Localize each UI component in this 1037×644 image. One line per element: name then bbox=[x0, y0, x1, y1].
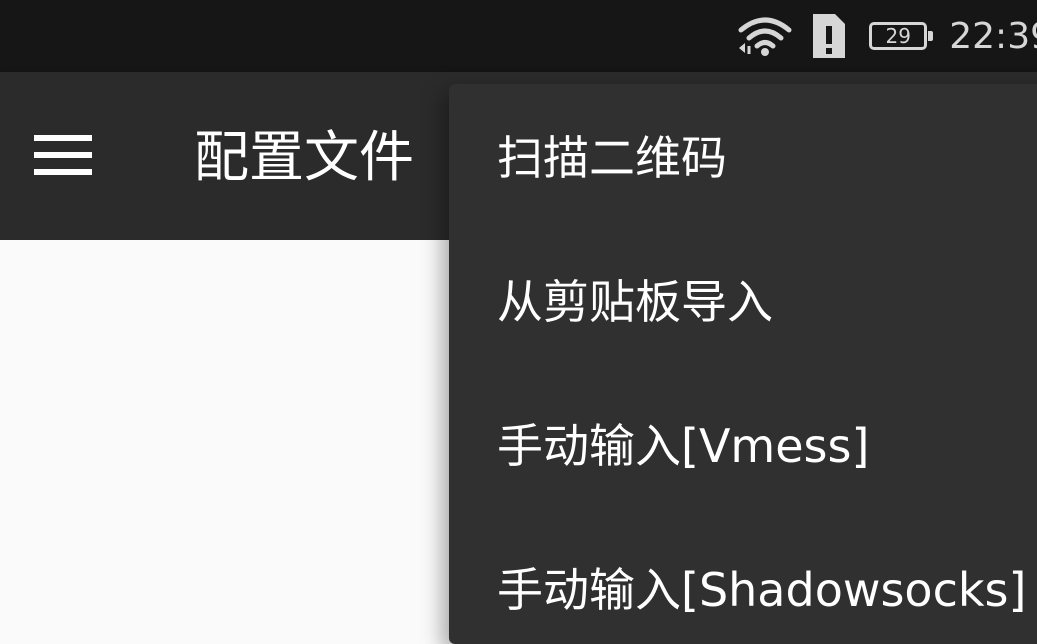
status-icons: 29 22:39 bbox=[737, 0, 1037, 72]
overflow-menu: 扫描二维码 从剪贴板导入 手动输入[Vmess] 手动输入[Shadowsock… bbox=[449, 84, 1037, 644]
status-bar: 29 22:39 bbox=[0, 0, 1037, 72]
battery-icon: 29 bbox=[869, 22, 934, 50]
hamburger-menu-icon[interactable] bbox=[34, 135, 92, 175]
page-title: 配置文件 bbox=[194, 125, 415, 189]
menu-item-scan-qr[interactable]: 扫描二维码 bbox=[497, 128, 727, 188]
sim-alert-icon bbox=[813, 14, 846, 58]
status-time: 22:39 bbox=[949, 15, 1037, 57]
wifi-icon bbox=[738, 17, 792, 56]
menu-item-import-clipboard[interactable]: 从剪贴板导入 bbox=[497, 272, 773, 332]
menu-item-manual-shadowsocks[interactable]: 手动输入[Shadowsocks] bbox=[497, 560, 1026, 620]
menu-item-manual-vmess[interactable]: 手动输入[Vmess] bbox=[497, 416, 869, 476]
battery-level: 29 bbox=[885, 24, 911, 48]
